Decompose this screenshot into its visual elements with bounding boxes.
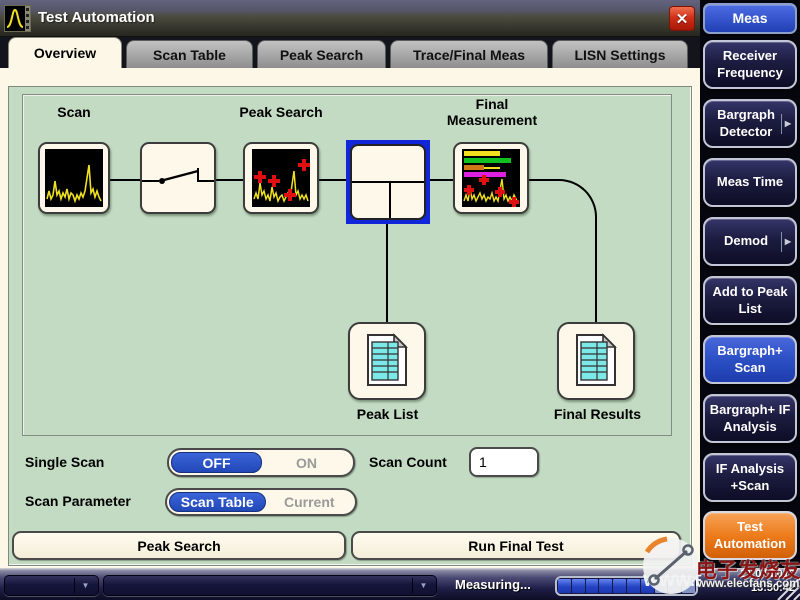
progress-bar [555, 576, 698, 596]
softkey-sidebar: Meas Receiver Frequency Bargraph Detecto… [700, 0, 800, 600]
status-text: Measuring... [455, 577, 531, 592]
scan-count-label: Scan Count [369, 454, 447, 470]
softkey-meas-time[interactable]: Meas Time [703, 158, 797, 207]
peak-list-doc-icon [364, 333, 410, 389]
final-measurement-node[interactable] [453, 142, 529, 214]
final-measurement-icon [462, 149, 520, 207]
junction-box [350, 144, 426, 220]
tab-bar: Overview Scan Table Peak Search Trace/Fi… [0, 37, 700, 68]
instrument-screen: Test Automation ✕ Overview Scan Table Pe… [0, 0, 800, 600]
peak-list-node[interactable] [348, 322, 426, 400]
resize-grip[interactable] [774, 574, 800, 600]
scan-parameter-current-option[interactable]: Current [266, 492, 354, 512]
softkey-bargraph-scan[interactable]: Bargraph+ Scan [703, 335, 797, 384]
softkey-bargraph-if-analysis[interactable]: Bargraph+ IF Analysis [703, 394, 797, 443]
tab-peak-search[interactable]: Peak Search [257, 40, 386, 68]
run-final-test-button[interactable]: Run Final Test [351, 531, 681, 560]
overview-page: Scan Peak Search Final Measurement [0, 68, 700, 568]
softkey-bargraph-detector[interactable]: Bargraph Detector▶ [703, 99, 797, 148]
title-bar: Test Automation ✕ [0, 0, 700, 37]
scan-switch-node[interactable] [140, 142, 216, 214]
flow-line-peak-list [386, 220, 388, 323]
final-results-doc-icon [573, 333, 619, 389]
status-combo-message[interactable]: ▼ [103, 575, 437, 596]
scan-parameter-scan-table-option[interactable]: Scan Table [169, 492, 266, 512]
close-button[interactable]: ✕ [669, 6, 695, 31]
tab-scan-table[interactable]: Scan Table [126, 40, 253, 68]
window-title: Test Automation [38, 9, 155, 26]
dropdown-arrow-icon[interactable]: ▼ [74, 578, 96, 593]
peak-search-label: Peak Search [225, 104, 337, 120]
scan-node[interactable] [38, 142, 110, 214]
peak-list-label: Peak List [330, 406, 445, 422]
single-scan-on-option[interactable]: ON [262, 452, 351, 473]
tab-lisn-settings[interactable]: LISN Settings [552, 40, 688, 68]
final-results-node[interactable] [557, 322, 635, 400]
single-scan-off-option[interactable]: OFF [171, 452, 262, 473]
single-scan-toggle[interactable]: OFF ON [167, 448, 355, 477]
softkey-add-to-peak-list[interactable]: Add to Peak List [703, 276, 797, 325]
scan-parameter-toggle[interactable]: Scan Table Current [165, 488, 357, 516]
softkey-demod[interactable]: Demod▶ [703, 217, 797, 266]
softkey-test-automation[interactable]: Test Automation [703, 511, 797, 560]
single-scan-label: Single Scan [25, 454, 104, 470]
app-icon [4, 5, 31, 32]
flow-line-final-results [595, 249, 597, 323]
status-combo-left[interactable]: ▼ [4, 575, 99, 596]
dropdown-arrow-icon[interactable]: ▼ [412, 578, 434, 593]
status-bar: ▼ ▼ Measuring... 21.04.2012 13:50:42 [0, 568, 800, 600]
softkey-receiver-frequency[interactable]: Receiver Frequency [703, 40, 797, 89]
final-measurement-label: Final Measurement [432, 96, 552, 128]
junction-node-selected[interactable] [346, 140, 430, 224]
scan-parameter-label: Scan Parameter [25, 493, 131, 509]
submenu-arrow-icon: ▶ [781, 232, 792, 252]
tab-trace-final-meas[interactable]: Trace/Final Meas [390, 40, 548, 68]
switch-icon [142, 144, 214, 212]
scan-count-input[interactable] [469, 447, 539, 477]
scan-label: Scan [34, 104, 114, 120]
softkey-if-analysis-scan[interactable]: IF Analysis +Scan [703, 453, 797, 502]
peak-search-node[interactable] [243, 142, 319, 214]
scan-trace-icon [45, 149, 103, 207]
tab-overview[interactable]: Overview [8, 37, 122, 68]
peak-search-trace-icon [252, 149, 310, 207]
final-results-label: Final Results [530, 406, 665, 422]
submenu-arrow-icon: ▶ [781, 114, 792, 134]
peak-search-button[interactable]: Peak Search [12, 531, 346, 560]
softkey-menu-header[interactable]: Meas [703, 3, 797, 34]
